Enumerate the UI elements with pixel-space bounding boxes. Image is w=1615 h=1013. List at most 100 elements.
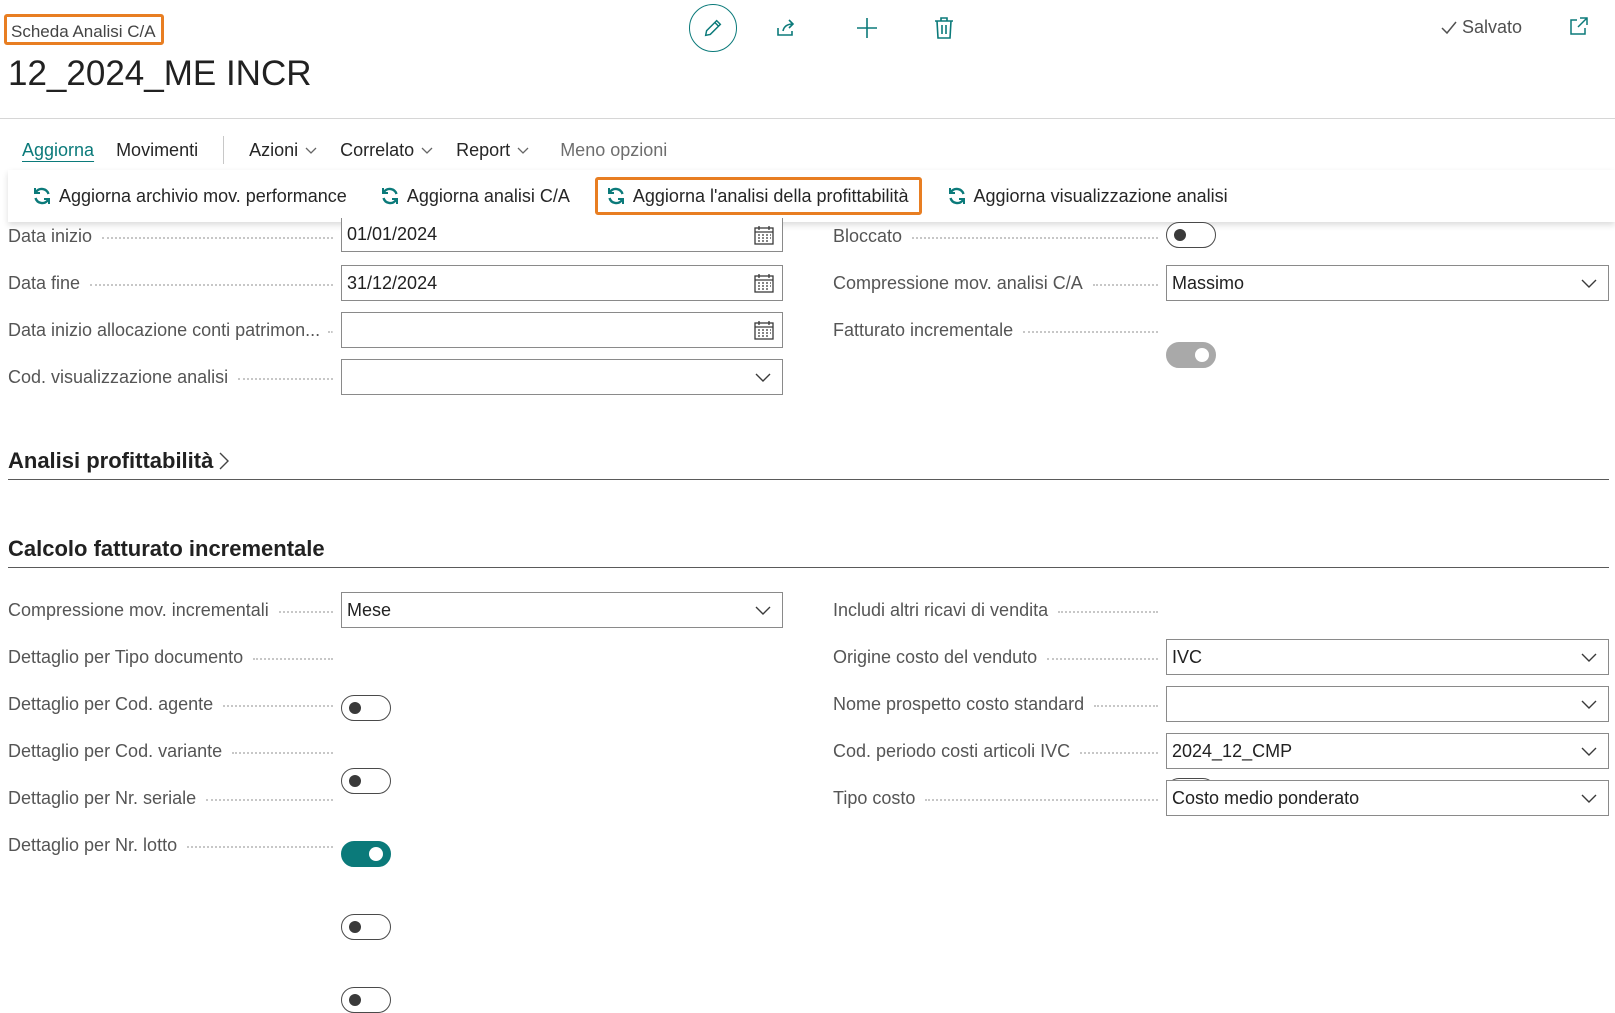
tab-report[interactable]: Report [445, 130, 541, 170]
cod-variante-toggle[interactable] [341, 841, 391, 867]
calendar-icon[interactable] [753, 319, 775, 341]
field-label-tipo-costo: Tipo costo [833, 780, 1166, 816]
action-update-analysis[interactable]: Aggiorna analisi C/A [372, 177, 578, 215]
periodo-ivc-select[interactable]: 2024_12_CMP [1166, 733, 1609, 769]
chevron-down-icon [755, 373, 771, 382]
compressione-value: Massimo [1172, 272, 1245, 293]
fewer-options-button[interactable]: Meno opzioni [549, 130, 678, 170]
data-inizio-value: 01/01/2024 [347, 224, 438, 244]
tab-movimenti[interactable]: Movimenti [105, 130, 209, 170]
field-label-cod-variante: Dettaglio per Cod. variante [8, 733, 341, 769]
open-new-window-button[interactable] [1568, 15, 1592, 39]
tab-report-label: Report [456, 139, 511, 160]
chevron-down-icon [1581, 653, 1597, 662]
trash-icon [935, 17, 953, 39]
field-label-cod-visualizzazione: Cod. visualizzazione analisi [8, 359, 341, 395]
share-icon [777, 19, 795, 36]
tipo-costo-value: Costo medio ponderato [1172, 787, 1360, 808]
chevron-down-icon [1581, 700, 1597, 709]
field-label-fatturato-incrementale: Fatturato incrementale [833, 312, 1166, 348]
section-title-profittabilita: Analisi profittabilità [8, 448, 214, 473]
field-label-bloccato: Bloccato [833, 218, 1166, 254]
action-menu: Aggiorna Movimenti Azioni Correlato Repo… [0, 130, 678, 170]
field-label-cod-agente: Dettaglio per Cod. agente [8, 686, 341, 722]
refresh-icon [34, 187, 50, 205]
field-label-data-inizio: Data inizio [8, 218, 341, 254]
add-button[interactable] [852, 13, 882, 43]
field-label-data-fine: Data fine [8, 265, 341, 301]
chevron-down-icon [1581, 794, 1597, 803]
data-fine-field[interactable]: 31/12/2024 [341, 265, 783, 301]
nr-lotto-toggle[interactable] [341, 987, 391, 1013]
open-new-window-icon [1570, 17, 1588, 35]
field-label-altri-ricavi: Includi altri ricavi di vendita [833, 592, 1166, 628]
calendar-icon[interactable] [753, 224, 775, 246]
chevron-right-icon [219, 452, 230, 470]
action-update-analysis-view[interactable]: Aggiorna visualizzazione analisi [939, 177, 1236, 215]
cod-visualizzazione-select[interactable] [341, 359, 783, 395]
origine-costo-value: IVC [1172, 646, 1203, 667]
tipo-documento-toggle[interactable] [341, 695, 391, 721]
chevron-down-icon [1581, 279, 1597, 288]
data-allocazione-field[interactable] [341, 312, 783, 348]
compressione-incr-select[interactable]: Mese [341, 592, 783, 628]
action-label: Aggiorna visualizzazione analisi [973, 185, 1228, 206]
tab-azioni-label: Azioni [249, 139, 299, 160]
tab-aggiorna-label: Aggiorna [22, 139, 95, 160]
periodo-ivc-value: 2024_12_CMP [1172, 740, 1293, 761]
chevron-down-icon [1581, 747, 1597, 756]
refresh-icon [381, 187, 398, 205]
section-analisi-profittabilita[interactable]: Analisi profittabilità [8, 448, 231, 474]
share-button[interactable] [771, 13, 801, 43]
tab-azioni[interactable]: Azioni [238, 130, 329, 170]
field-label-nr-seriale: Dettaglio per Nr. seriale [8, 780, 341, 816]
calendar-icon[interactable] [753, 272, 775, 294]
menu-separator [223, 136, 225, 164]
cod-agente-toggle[interactable] [341, 768, 391, 794]
data-fine-value: 31/12/2024 [347, 272, 438, 293]
field-label-tipo-documento: Dettaglio per Tipo documento [8, 639, 341, 675]
fatturato-incrementale-toggle[interactable] [1166, 342, 1216, 368]
saved-label: Salvato [1462, 17, 1523, 37]
refresh-icon [948, 187, 965, 205]
section-divider [8, 567, 1609, 568]
field-label-periodo-ivc: Cod. periodo costi articoli IVC [833, 733, 1166, 769]
compressione-incr-value: Mese [347, 599, 392, 620]
chevron-down-icon [755, 606, 771, 615]
action-update-performance-archive[interactable]: Aggiorna archivio mov. performance [24, 177, 355, 215]
bloccato-toggle[interactable] [1166, 222, 1216, 248]
delete-button[interactable] [929, 13, 959, 43]
section-title-calcolo: Calcolo fatturato incrementale [8, 536, 325, 561]
aggiorna-action-bar: Aggiorna archivio mov. performance Aggio… [8, 170, 1615, 222]
action-label: Aggiorna archivio mov. performance [59, 185, 347, 206]
nr-seriale-toggle[interactable] [341, 914, 391, 940]
origine-costo-select[interactable]: IVC [1166, 639, 1609, 675]
pencil-icon [704, 19, 722, 37]
field-label-origine-costo: Origine costo del venduto [833, 639, 1166, 675]
chevron-down-icon [421, 147, 433, 154]
action-update-profitability-analysis[interactable]: Aggiorna l'analisi della profittabilità [594, 177, 922, 215]
edit-button[interactable] [689, 4, 737, 52]
section-calcolo-fatturato: Calcolo fatturato incrementale [8, 536, 325, 562]
plus-icon [857, 18, 877, 38]
compressione-select[interactable]: Massimo [1166, 265, 1609, 301]
tab-movimenti-label: Movimenti [116, 139, 199, 160]
field-label-compressione-incr: Compressione mov. incrementali [8, 592, 341, 628]
refresh-icon [607, 187, 624, 205]
action-label: Aggiorna l'analisi della profittabilità [632, 185, 909, 206]
data-inizio-field[interactable]: 01/01/2024 [341, 218, 783, 252]
check-icon [1441, 21, 1457, 34]
prospetto-select[interactable] [1166, 686, 1609, 722]
breadcrumb: Scheda Analisi C/A [4, 14, 164, 45]
tipo-costo-select[interactable]: Costo medio ponderato [1166, 780, 1609, 816]
section-divider [8, 479, 1609, 480]
action-label: Aggiorna analisi C/A [406, 185, 570, 206]
field-label-prospetto: Nome prospetto costo standard [833, 686, 1166, 722]
chevron-down-icon [305, 147, 317, 154]
page-title: 12_2024_ME INCR [8, 54, 312, 93]
field-label-nr-lotto: Dettaglio per Nr. lotto [8, 827, 341, 863]
chevron-down-icon [517, 147, 529, 154]
field-label-data-allocazione: Data inizio allocazione conti patrimon..… [8, 312, 341, 348]
tab-aggiorna[interactable]: Aggiorna [11, 130, 105, 170]
tab-correlato[interactable]: Correlato [329, 130, 445, 170]
